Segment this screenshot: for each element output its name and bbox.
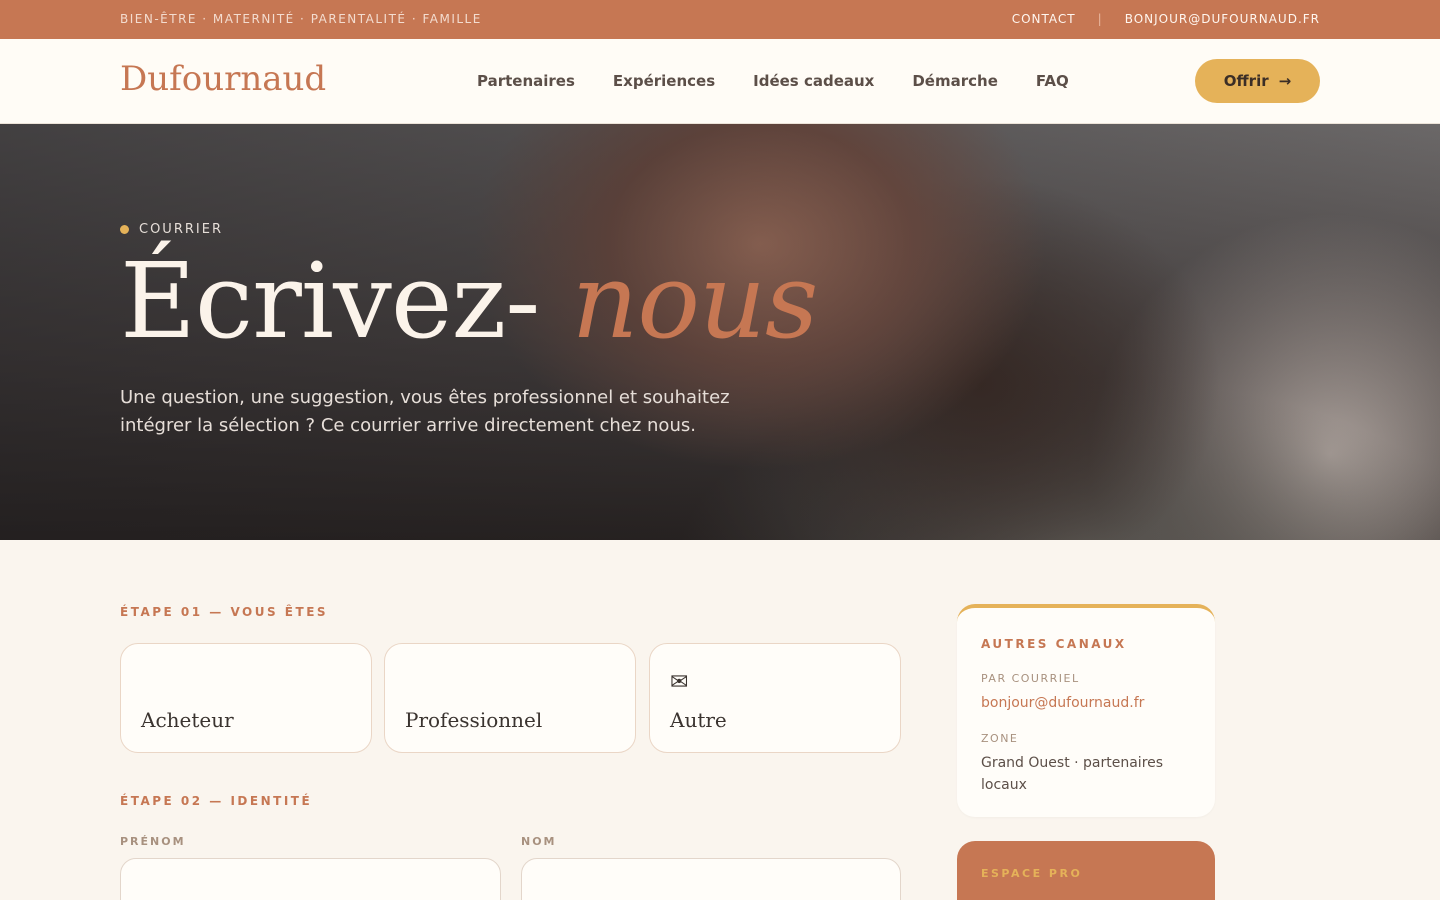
logo[interactable]: Dufournaud xyxy=(120,59,326,99)
top-bar: BIEN-ÊTRE · MATERNITÉ · PARENTALITÉ · FA… xyxy=(0,0,1440,39)
nav-partenaires[interactable]: Partenaires xyxy=(477,72,575,90)
main-nav: Partenaires Expériences Idées cadeaux Dé… xyxy=(477,72,1069,90)
offrir-button[interactable]: Offrir → xyxy=(1195,59,1320,103)
choice-label: Acheteur xyxy=(141,708,234,732)
hero-intro: Une question, une suggestion, vous êtes … xyxy=(120,387,730,436)
pro-title: ESPACE PRO xyxy=(981,867,1083,880)
hero-kicker: COURRIER xyxy=(120,222,223,237)
choice-autre[interactable]: ✉ Autre xyxy=(649,643,901,753)
zone-label: ZONE xyxy=(981,732,1019,745)
firstname-field[interactable] xyxy=(120,858,501,900)
email-link[interactable]: BONJOUR@DUFOURNAUD.FR xyxy=(1125,12,1320,26)
hero-banner: COURRIER Écrivez- nous Une question, une… xyxy=(0,124,1440,540)
mail-link[interactable]: bonjour@dufournaud.fr xyxy=(981,692,1144,714)
nav-faq[interactable]: FAQ xyxy=(1036,72,1069,90)
lastname-label: NOM xyxy=(521,835,557,848)
other-channels-card: AUTRES CANAUX PAR COURRIEL bonjour@dufou… xyxy=(957,604,1215,817)
envelope-icon: ✉ xyxy=(670,670,689,695)
step-1-label: ÉTAPE 01 — VOUS ÊTES xyxy=(120,605,329,619)
hero-kicker-text: COURRIER xyxy=(139,222,223,237)
firstname-label: PRÉNOM xyxy=(120,835,186,848)
lastname-field[interactable] xyxy=(521,858,901,900)
nav-demarche[interactable]: Démarche xyxy=(912,72,998,90)
title-main: Écrivez- xyxy=(120,240,540,362)
card-title: AUTRES CANAUX xyxy=(981,637,1127,651)
topbar-right: CONTACT | BONJOUR@DUFOURNAUD.FR xyxy=(1012,12,1320,26)
choice-professionnel[interactable]: Professionnel xyxy=(384,643,636,753)
topbar-tags: BIEN-ÊTRE · MATERNITÉ · PARENTALITÉ · FA… xyxy=(120,12,482,26)
zone-value: Grand Ouest · partenaires locaux xyxy=(981,755,1164,793)
mail-label: PAR COURRIEL xyxy=(981,672,1080,685)
title-accent: nous xyxy=(571,240,818,362)
choice-label: Autre xyxy=(670,708,727,732)
choice-acheteur[interactable]: Acheteur xyxy=(120,643,372,753)
nav-experiences[interactable]: Expériences xyxy=(613,72,715,90)
site-header: Dufournaud Partenaires Expériences Idées… xyxy=(0,39,1440,124)
pro-space-card[interactable]: ESPACE PRO xyxy=(957,841,1215,900)
page-title: Écrivez- nous xyxy=(120,240,818,362)
choice-label: Professionnel xyxy=(405,708,543,732)
offrir-label: Offrir xyxy=(1223,72,1269,90)
contact-link[interactable]: CONTACT xyxy=(1012,12,1076,26)
topbar-separator: | xyxy=(1097,12,1103,26)
dot-icon xyxy=(120,225,129,234)
arrow-right-icon: → xyxy=(1278,72,1292,90)
nav-idees-cadeaux[interactable]: Idées cadeaux xyxy=(753,72,874,90)
step-2-label: ÉTAPE 02 — IDENTITÉ xyxy=(120,794,313,808)
